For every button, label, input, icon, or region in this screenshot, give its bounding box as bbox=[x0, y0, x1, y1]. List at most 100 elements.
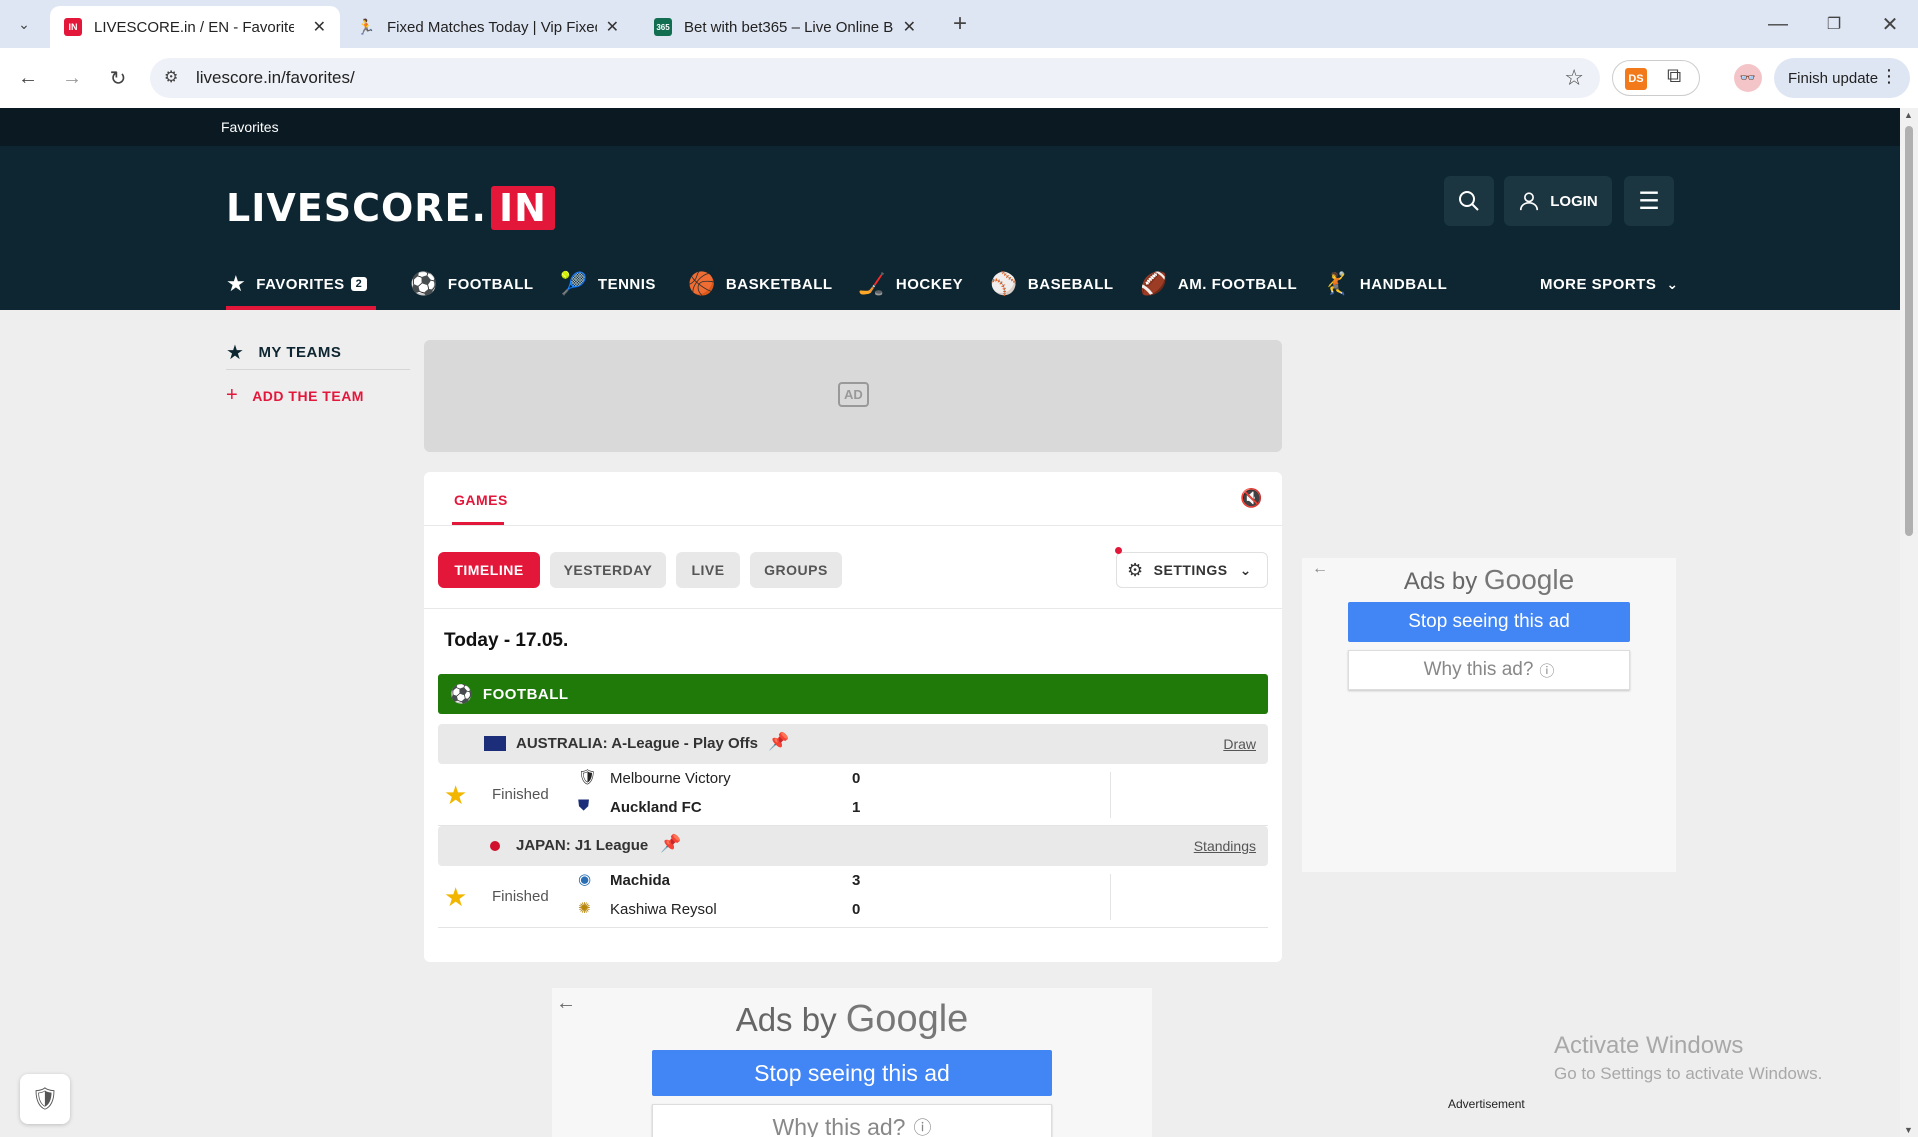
filter-live[interactable]: LIVE bbox=[676, 552, 740, 588]
restore-window-icon[interactable]: ❐ bbox=[1818, 8, 1850, 40]
bookmark-star-icon[interactable]: ☆ bbox=[1564, 65, 1584, 91]
profile-avatar-icon[interactable]: 👓 bbox=[1734, 64, 1762, 92]
nav-hockey[interactable]: 🏒 HOCKEY bbox=[858, 258, 963, 310]
ads-by-text: Ads by bbox=[1403, 568, 1478, 595]
tennis-racket-icon: 🎾 bbox=[560, 271, 588, 296]
address-bar[interactable]: ⚙ livescore.in/favorites/ ☆ bbox=[150, 58, 1600, 98]
match-row[interactable]: ★ Finished ◉ Machida 3 ✺ Kashiwa Reysol … bbox=[438, 868, 1268, 928]
tab-games[interactable]: GAMES bbox=[454, 492, 508, 508]
sport-label: FOOTBALL bbox=[482, 685, 569, 703]
team-crest-icon: ◉ bbox=[578, 871, 592, 888]
column-divider bbox=[1110, 874, 1111, 920]
nav-handball[interactable]: 🤾 HANDBALL bbox=[1322, 258, 1447, 310]
livescore-logo[interactable]: LIVESCORE. IN bbox=[226, 186, 555, 230]
site-info-icon[interactable]: ⚙ bbox=[164, 67, 178, 87]
favorites-count-badge: 2 bbox=[350, 277, 368, 291]
ads-by-google: Ads by Google bbox=[1302, 564, 1676, 596]
hamburger-icon: ☰ bbox=[1638, 187, 1660, 215]
url-text: livescore.in/favorites/ bbox=[196, 68, 355, 87]
active-tab-underline bbox=[226, 306, 376, 310]
stop-seeing-ad-button[interactable]: Stop seeing this ad bbox=[1348, 602, 1630, 642]
browser-tab-fixed-matches[interactable]: 🏃 Fixed Matches Today | Vip Fixed ✕ bbox=[343, 6, 633, 48]
draw-link[interactable]: Draw bbox=[1223, 736, 1256, 752]
nav-label: MORE SPORTS bbox=[1540, 275, 1657, 293]
filter-yesterday[interactable]: YESTERDAY bbox=[550, 552, 666, 588]
shield-check-icon: 🛡 bbox=[31, 1086, 59, 1111]
notification-dot bbox=[1115, 547, 1122, 554]
league-name: AUSTRALIA: A-League - Play Offs bbox=[516, 735, 758, 752]
scroll-up-icon[interactable]: ▲ bbox=[1904, 110, 1913, 120]
home-score: 3 bbox=[852, 872, 861, 889]
league-header-japan[interactable]: JAPAN: J1 League 📌 Standings bbox=[438, 826, 1268, 866]
nav-am-football[interactable]: 🏈 AM. FOOTBALL bbox=[1140, 258, 1297, 310]
close-window-icon[interactable]: ✕ bbox=[1874, 8, 1906, 40]
finish-update-button[interactable]: Finish update ⋮ bbox=[1774, 58, 1910, 98]
close-tab-icon[interactable]: ✕ bbox=[606, 17, 619, 37]
basketball-icon: 🏀 bbox=[688, 271, 716, 296]
why-this-ad-button[interactable]: Why this ad? ⓘ bbox=[1348, 650, 1630, 690]
helmet-icon: 🏈 bbox=[1140, 271, 1168, 296]
close-tab-icon[interactable]: ✕ bbox=[903, 17, 916, 37]
home-team: Melbourne Victory bbox=[610, 770, 731, 787]
home-team: Machida bbox=[610, 872, 671, 889]
puzzle-extensions-icon[interactable]: ⧉ bbox=[1667, 65, 1681, 88]
pin-icon[interactable]: 📌 bbox=[660, 834, 681, 854]
nav-label: HOCKEY bbox=[895, 275, 964, 293]
standings-link[interactable]: Standings bbox=[1194, 838, 1256, 854]
league-header-australia[interactable]: AUSTRALIA: A-League - Play Offs 📌 Draw bbox=[438, 724, 1268, 764]
browser-tab-strip: ⌄ IN LIVESCORE.in / EN - Favorites ✕ 🏃 F… bbox=[0, 0, 1918, 48]
stop-seeing-ad-button[interactable]: Stop seeing this ad bbox=[652, 1050, 1052, 1096]
hamburger-menu-button[interactable]: ☰ bbox=[1624, 176, 1674, 226]
filter-groups[interactable]: GROUPS bbox=[750, 552, 842, 588]
away-score: 1 bbox=[852, 799, 861, 816]
nav-label: BASKETBALL bbox=[725, 275, 833, 293]
close-tab-icon[interactable]: ✕ bbox=[313, 17, 326, 37]
breadcrumb-bar: Favorites bbox=[0, 108, 1900, 146]
nav-more-sports[interactable]: MORE SPORTS ⌄ bbox=[1540, 258, 1679, 310]
star-icon: ★ bbox=[226, 271, 247, 296]
nav-tennis[interactable]: 🎾 TENNIS bbox=[560, 258, 656, 310]
football-icon: ⚽ bbox=[450, 683, 473, 704]
reload-icon[interactable]: ↻ bbox=[102, 62, 134, 94]
nav-basketball[interactable]: 🏀 BASKETBALL bbox=[688, 258, 833, 310]
favorite-star-icon[interactable]: ★ bbox=[444, 882, 467, 913]
add-team-link[interactable]: + ADD THE TEAM bbox=[226, 384, 364, 407]
nav-favorites[interactable]: ★ FAVORITES 2 bbox=[226, 258, 376, 310]
sliders-icon: ⚙ bbox=[1127, 559, 1144, 580]
settings-dropdown[interactable]: ⚙ SETTINGS ⌄ bbox=[1115, 547, 1268, 588]
sidebar-divider bbox=[226, 369, 410, 370]
nav-football[interactable]: ⚽ FOOTBALL bbox=[410, 258, 534, 310]
back-icon[interactable]: ← bbox=[12, 62, 44, 94]
sound-muted-icon[interactable]: 🔇 bbox=[1240, 488, 1262, 509]
right-google-ad: ← Ads by Google Stop seeing this ad Why … bbox=[1302, 558, 1676, 872]
tab-search-chevron-icon[interactable]: ⌄ bbox=[8, 8, 40, 40]
logo-box: IN bbox=[490, 186, 555, 230]
info-icon: ⓘ bbox=[1539, 662, 1555, 680]
why-this-ad-button[interactable]: Why this ad? ⓘ bbox=[652, 1104, 1052, 1137]
match-row[interactable]: ★ Finished 🛡 Melbourne Victory 0 ⛊ Auckl… bbox=[438, 766, 1268, 826]
browser-tab-bet365[interactable]: 365 Bet with bet365 – Live Online Be ✕ bbox=[640, 6, 930, 48]
favorite-star-icon[interactable]: ★ bbox=[444, 780, 467, 811]
scrollbar-thumb[interactable] bbox=[1905, 126, 1913, 536]
login-label: LOGIN bbox=[1550, 192, 1598, 210]
new-tab-icon[interactable]: + bbox=[944, 8, 976, 40]
scroll-down-icon[interactable]: ▼ bbox=[1904, 1125, 1913, 1135]
browser-tab-livescore[interactable]: IN LIVESCORE.in / EN - Favorites ✕ bbox=[50, 6, 340, 48]
minimize-window-icon[interactable]: — bbox=[1762, 8, 1794, 40]
google-wordmark: Google bbox=[845, 998, 969, 1040]
page-scrollbar[interactable]: ▲ ▼ bbox=[1900, 108, 1918, 1137]
more-menu-icon[interactable]: ⋮ bbox=[1880, 66, 1898, 87]
privacy-shield-button[interactable]: 🛡 bbox=[20, 1074, 70, 1124]
breadcrumb[interactable]: Favorites bbox=[221, 119, 279, 135]
search-icon bbox=[1459, 191, 1479, 211]
pin-icon[interactable]: 📌 bbox=[768, 732, 789, 752]
search-button[interactable] bbox=[1444, 176, 1494, 226]
nav-baseball[interactable]: ⚾ BASEBALL bbox=[990, 258, 1114, 310]
away-team: Auckland FC bbox=[610, 799, 702, 816]
ds-extension-icon[interactable]: DS bbox=[1625, 68, 1647, 90]
forward-icon[interactable]: → bbox=[56, 62, 88, 94]
football-icon: ⚽ bbox=[410, 271, 438, 296]
my-teams-heading: ★ MY TEAMS bbox=[226, 340, 341, 365]
login-button[interactable]: LOGIN bbox=[1504, 176, 1612, 226]
filter-timeline[interactable]: TIMELINE bbox=[438, 552, 540, 588]
